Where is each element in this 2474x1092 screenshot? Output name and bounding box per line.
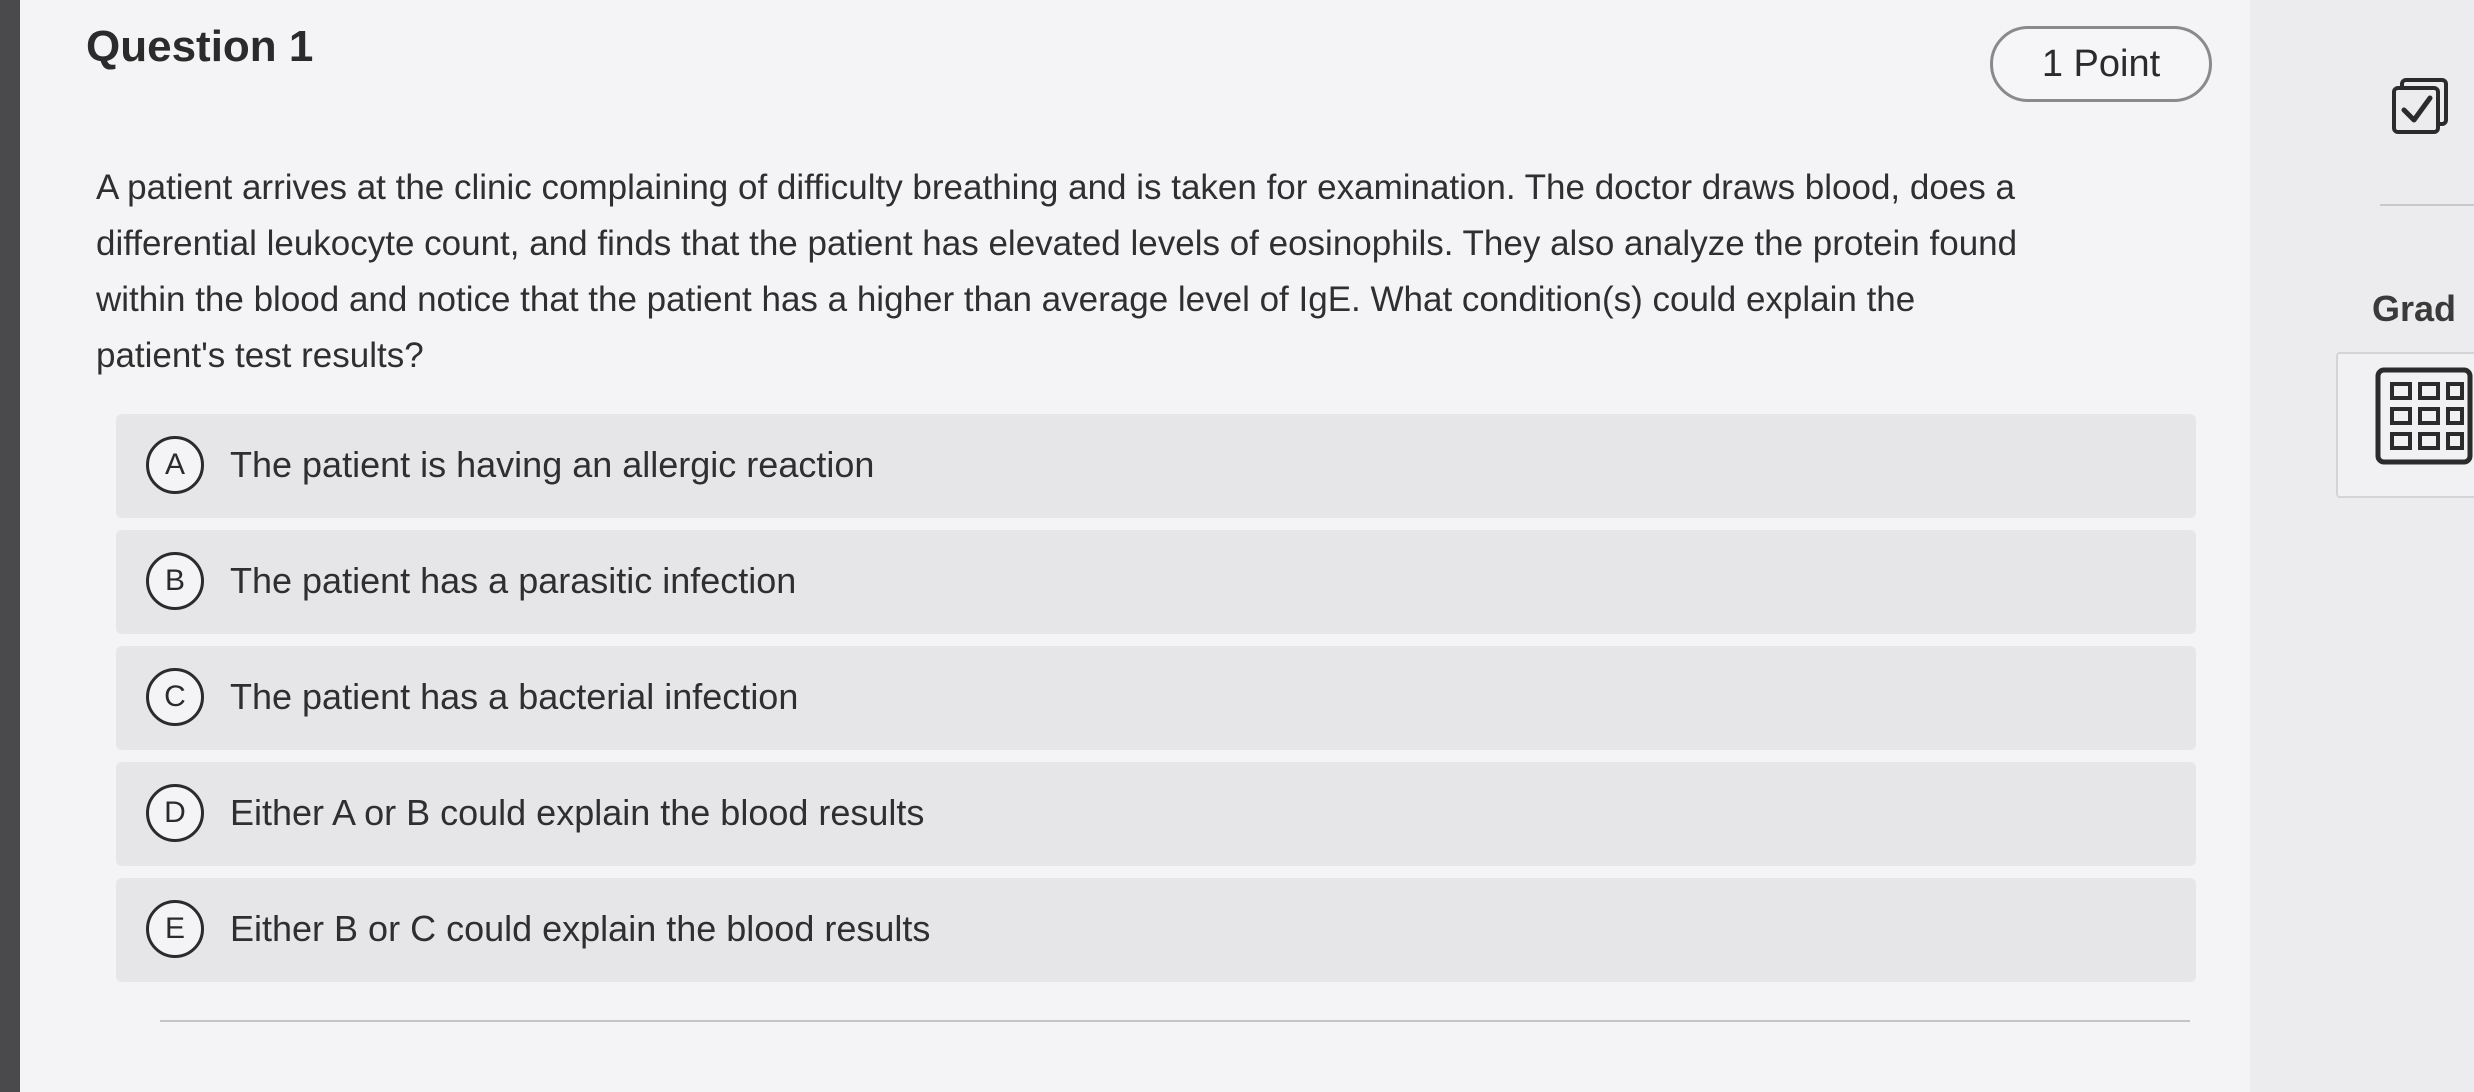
- choice-text: The patient has a bacterial infection: [230, 676, 799, 717]
- choice-d[interactable]: D Either A or B could explain the blood …: [116, 762, 2196, 866]
- screen-bezel: [0, 0, 20, 1092]
- choice-letter-badge[interactable]: E: [146, 900, 204, 958]
- choice-letter-badge[interactable]: B: [146, 552, 204, 610]
- choice-text: Either B or C could explain the blood re…: [230, 908, 931, 949]
- checkbox-icon[interactable]: [2390, 76, 2450, 136]
- prompt-line: differential leukocyte count, and finds …: [96, 224, 2018, 263]
- choice-text: The patient is having an allergic reacti…: [230, 444, 875, 485]
- choice-text: The patient has a parasitic infection: [230, 560, 797, 601]
- points-badge: 1 Point: [1990, 26, 2212, 102]
- choice-letter-badge[interactable]: A: [146, 436, 204, 494]
- choice-a[interactable]: A The patient is having an allergic reac…: [116, 414, 2196, 518]
- choice-c[interactable]: C The patient has a bacterial infection: [116, 646, 2196, 750]
- divider: [160, 1020, 2190, 1022]
- side-panel: Grad: [2250, 0, 2474, 1092]
- question-title: Question 1: [86, 22, 314, 71]
- grade-label: Grad: [2372, 288, 2457, 329]
- divider: [2380, 204, 2474, 206]
- prompt-line: within the blood and notice that the pat…: [96, 280, 1916, 319]
- choice-letter-badge[interactable]: C: [146, 668, 204, 726]
- choice-e[interactable]: E Either B or C could explain the blood …: [116, 878, 2196, 982]
- choice-text: Either A or B could explain the blood re…: [230, 792, 925, 833]
- choice-b[interactable]: B The patient has a parasitic infection: [116, 530, 2196, 634]
- grid-icon[interactable]: [2374, 366, 2474, 466]
- question-prompt: A patient arrives at the clinic complain…: [96, 160, 2256, 384]
- prompt-line: A patient arrives at the clinic complain…: [96, 168, 2015, 207]
- question-panel: Question 1 1 Point A patient arrives at …: [20, 0, 2250, 1092]
- choice-letter-badge[interactable]: D: [146, 784, 204, 842]
- prompt-line: patient's test results?: [96, 336, 424, 375]
- answer-choices: A The patient is having an allergic reac…: [116, 414, 2196, 994]
